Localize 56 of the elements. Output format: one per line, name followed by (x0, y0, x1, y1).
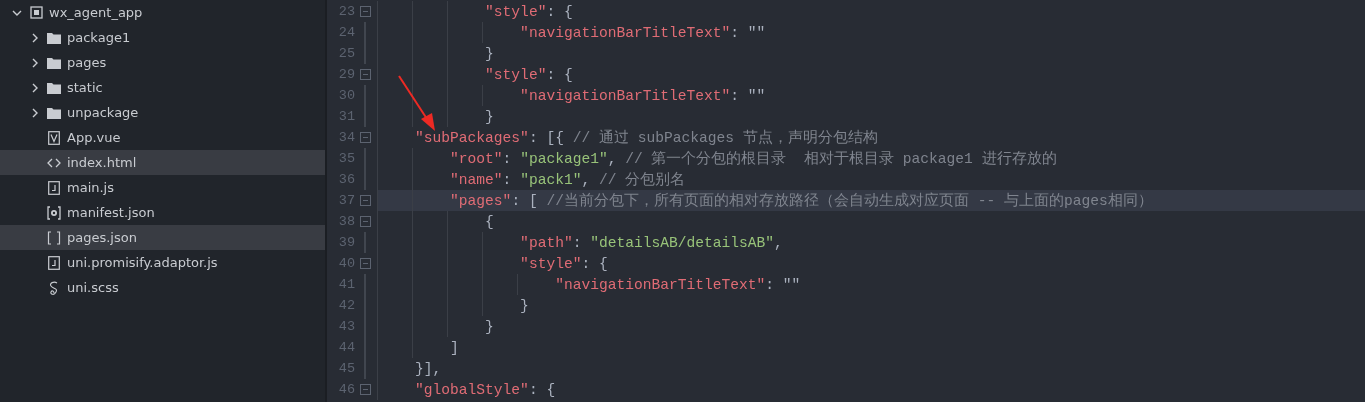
collapse-icon[interactable] (360, 132, 371, 143)
file-j-icon (48, 180, 60, 195)
file-tree-item[interactable]: uni.promisify.adaptor.js (0, 250, 325, 275)
line-number: 25 (337, 46, 355, 61)
line-number: 44 (337, 340, 355, 355)
folder-icon (47, 56, 61, 69)
line-number: 46 (337, 382, 355, 397)
gear-file-icon (47, 205, 61, 220)
line-number: 30 (337, 88, 355, 103)
collapse-icon[interactable] (360, 6, 371, 17)
line-number: 45 (337, 361, 355, 376)
file-tree-item[interactable]: pages (0, 50, 325, 75)
file-v-icon (48, 130, 60, 145)
chevron-right-icon[interactable] (31, 107, 39, 118)
line-number: 43 (337, 319, 355, 334)
file-tree-item[interactable]: pages.json (0, 225, 325, 250)
code-brackets-icon (47, 157, 61, 168)
file-tree-item[interactable]: index.html (0, 150, 325, 175)
project-icon (29, 6, 43, 19)
collapse-icon[interactable] (360, 195, 371, 206)
line-number: 29 (337, 67, 355, 82)
line-number: 38 (337, 214, 355, 229)
line-number: 24 (337, 25, 355, 40)
file-tree-item[interactable]: package1 (0, 25, 325, 50)
line-number: 34 (337, 130, 355, 145)
file-tree-item[interactable]: uni.scss (0, 275, 325, 300)
chevron-right-icon[interactable] (31, 32, 39, 43)
line-number: 40 (337, 256, 355, 271)
line-number: 23 (337, 4, 355, 19)
line-number: 35 (337, 151, 355, 166)
chevron-down-icon[interactable] (12, 8, 22, 17)
file-tree-item[interactable]: manifest.json (0, 200, 325, 225)
file-tree-item[interactable]: main.js (0, 175, 325, 200)
chevron-right-icon[interactable] (31, 57, 39, 68)
file-tree-item[interactable]: App.vue (0, 125, 325, 150)
file-tree-item[interactable]: static (0, 75, 325, 100)
folder-icon (47, 31, 61, 44)
file-tree-item[interactable]: wx_agent_app (0, 0, 325, 25)
line-number: 42 (337, 298, 355, 313)
arrow-annotation (398, 75, 435, 131)
chevron-right-icon[interactable] (31, 82, 39, 93)
folder-icon (47, 106, 61, 119)
collapse-icon[interactable] (360, 258, 371, 269)
collapse-icon[interactable] (360, 69, 371, 80)
line-number: 31 (337, 109, 355, 124)
line-number: 39 (337, 235, 355, 250)
collapse-icon[interactable] (360, 216, 371, 227)
collapse-icon[interactable] (360, 384, 371, 395)
file-tree-item[interactable]: unpackage (0, 100, 325, 125)
square-brackets-icon (47, 230, 61, 245)
line-number: 41 (337, 277, 355, 292)
line-number: 37 (337, 193, 355, 208)
file-j-icon (48, 255, 60, 270)
swirl-icon (48, 280, 60, 295)
folder-icon (47, 81, 61, 94)
line-number: 36 (337, 172, 355, 187)
